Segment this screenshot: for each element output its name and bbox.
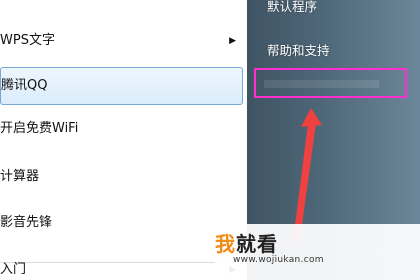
watermark-brand-rest: 就看 <box>236 232 278 256</box>
watermark-brand: 我就看 <box>215 228 278 257</box>
watermark: 我就看 www.wojiukan.com <box>215 224 420 280</box>
watermark-brand-first: 我 <box>215 232 236 256</box>
watermark-url: www.wojiukan.com <box>233 255 324 265</box>
screenshot: WPS文字 ▶ 腾讯QQ 开启免费WiFi 计算器 影音先锋 入门 ▶ 默认程序… <box>0 0 420 280</box>
